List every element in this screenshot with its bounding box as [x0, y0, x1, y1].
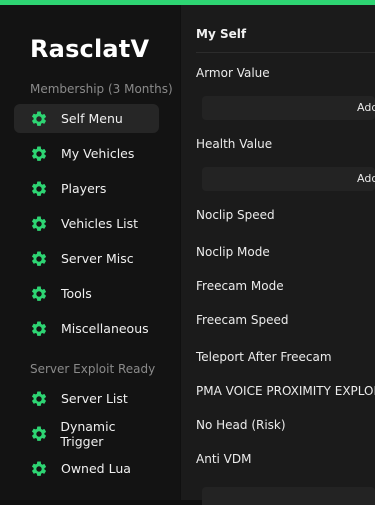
no-head-toggle[interactable]: No Head (Risk) — [196, 418, 286, 432]
sidebar-item-label: My Vehicles — [61, 146, 135, 161]
sidebar-item-players[interactable]: Players — [14, 174, 159, 203]
sidebar-item-vehicles-list[interactable]: Vehicles List — [14, 209, 159, 238]
health-add-button-label: Add — [357, 172, 375, 185]
pma-voice-exploit-toggle[interactable]: PMA VOICE PROXIMITY EXPLOIT — [196, 384, 375, 398]
teleport-after-freecam-toggle[interactable]: Teleport After Freecam — [196, 350, 332, 364]
gear-icon — [29, 424, 48, 444]
health-value-label: Health Value — [196, 137, 273, 151]
sidebar-item-label: Owned Lua — [61, 461, 131, 476]
section-label-exploit: Server Exploit Ready — [30, 362, 156, 376]
title-divider — [196, 52, 375, 53]
freecam-speed-option[interactable]: Freecam Speed — [196, 313, 289, 327]
app-brand: RasclatV — [30, 35, 150, 63]
sidebar-item-label: Players — [61, 181, 107, 196]
freecam-mode-option[interactable]: Freecam Mode — [196, 279, 284, 293]
health-add-button[interactable]: Add — [202, 167, 375, 191]
sidebar-item-owned-lua[interactable]: Owned Lua — [14, 454, 159, 483]
noclip-speed-option[interactable]: Noclip Speed — [196, 208, 275, 222]
sidebar-item-self-menu[interactable]: Self Menu — [14, 104, 159, 133]
sidebar-item-server-list[interactable]: Server List — [14, 384, 159, 413]
armor-value-label: Armor Value — [196, 66, 270, 80]
sidebar-item-server-misc[interactable]: Server Misc — [14, 244, 159, 273]
sidebar-item-label: Vehicles List — [61, 216, 139, 231]
anti-vdm-toggle[interactable]: Anti VDM — [196, 452, 251, 466]
gear-icon — [29, 319, 49, 339]
section-label-membership: Membership (3 Months) — [30, 82, 173, 96]
main-panel: My Self Armor Value Add Health Value Add… — [181, 5, 375, 505]
gear-icon — [29, 109, 49, 129]
gear-icon — [29, 144, 49, 164]
noclip-mode-option[interactable]: Noclip Mode — [196, 245, 270, 259]
sidebar-item-label: Self Menu — [61, 111, 123, 126]
sidebar-item-label: Miscellaneous — [61, 321, 149, 336]
partial-next-row — [202, 487, 375, 505]
sidebar-item-label: Tools — [61, 286, 92, 301]
sidebar-item-my-vehicles[interactable]: My Vehicles — [14, 139, 159, 168]
sidebar-item-miscellaneous[interactable]: Miscellaneous — [14, 314, 159, 343]
sidebar-item-label: Dynamic Trigger — [60, 418, 116, 449]
armor-add-button-label: Add — [357, 101, 375, 114]
sidebar: RasclatV Membership (3 Months) Self Menu… — [0, 5, 180, 500]
sidebar-item-dynamic-trigger[interactable]: Dynamic Trigger — [14, 418, 159, 449]
sidebar-item-label: Server Misc — [61, 251, 134, 266]
armor-add-button[interactable]: Add — [202, 96, 375, 120]
gear-icon — [29, 179, 49, 199]
sidebar-item-label: Server List — [61, 391, 128, 406]
gear-icon — [29, 284, 49, 304]
page-title: My Self — [196, 27, 247, 41]
gear-icon — [29, 214, 49, 234]
gear-icon — [29, 459, 49, 479]
sidebar-item-tools[interactable]: Tools — [14, 279, 159, 308]
gear-icon — [29, 389, 49, 409]
gear-icon — [29, 249, 49, 269]
